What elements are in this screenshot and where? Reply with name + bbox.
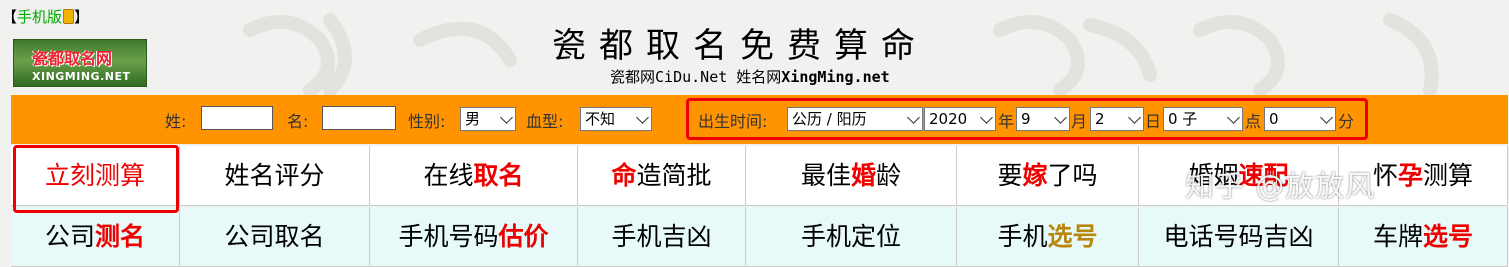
surname-input[interactable] xyxy=(201,106,273,130)
nav-item-getting-married[interactable]: 要嫁了吗 xyxy=(957,146,1139,206)
phone-icon xyxy=(63,9,75,24)
logo-subtext: XINGMING.NET xyxy=(32,70,131,83)
nav-label-highlight: 选号 xyxy=(1423,222,1474,251)
nav-item-name-score[interactable]: 姓名评分 xyxy=(180,146,370,206)
gender-select[interactable]: 男 xyxy=(460,107,516,131)
given-name-label: 名: xyxy=(287,112,309,131)
nav-label: 龄 xyxy=(876,161,902,190)
nav-label-highlight: 命 xyxy=(611,161,637,190)
subtitle-xingming-domain: XingMing.net xyxy=(781,68,890,86)
nav-label: 公司 xyxy=(44,222,95,251)
nav-item-phone-number-select[interactable]: 手机选号 xyxy=(957,207,1139,267)
nav-item-phone-fortune[interactable]: 手机吉凶 xyxy=(578,207,746,267)
nav-label: 车牌 xyxy=(1372,222,1423,251)
gender-value: 男 xyxy=(465,110,481,128)
subtitle-cidu-cn: 瓷都网 xyxy=(610,68,656,86)
nav-label: 姓名评分 xyxy=(224,161,325,190)
nav-label: 公司取名 xyxy=(224,222,325,251)
site-logo[interactable]: 瓷都取名网 XINGMING.NET xyxy=(13,39,147,87)
blood-type-value: 不知 xyxy=(585,110,616,128)
nav-label: 造简批 xyxy=(636,161,712,190)
nav-label: 最佳 xyxy=(800,161,851,190)
nav-item-company-naming[interactable]: 公司取名 xyxy=(180,207,370,267)
birth-time-highlight-box xyxy=(686,98,1368,140)
nav-label: 电话号码吉凶 xyxy=(1163,222,1314,251)
nav-label: 在线 xyxy=(423,161,474,190)
page-title: 瓷都取名免费算命 xyxy=(552,26,928,66)
nav-label: 手机 xyxy=(997,222,1048,251)
nav-item-phone-valuation[interactable]: 手机号码估价 xyxy=(370,207,578,267)
chevron-down-icon xyxy=(636,111,649,124)
given-name-input[interactable] xyxy=(322,106,396,130)
nav-item-tel-fortune[interactable]: 电话号码吉凶 xyxy=(1139,207,1339,267)
nav-label-highlight: 选号 xyxy=(1047,222,1098,251)
bracket-close: 】 xyxy=(74,8,90,26)
subtitle-cidu-domain: CiDu.Net xyxy=(655,68,728,86)
nav-item-best-marriage-age[interactable]: 最佳婚龄 xyxy=(746,146,957,206)
chevron-down-icon xyxy=(500,111,513,124)
subtitle-xingming-cn: 姓名网 xyxy=(727,68,782,86)
bracket-open: 【 xyxy=(2,8,18,26)
mobile-version-label[interactable]: 手机版 xyxy=(17,8,62,26)
nav-label: 了吗 xyxy=(1047,161,1098,190)
nav-item-company-name-test[interactable]: 公司测名 xyxy=(11,207,180,267)
nav-label-highlight: 取名 xyxy=(473,161,524,190)
nav-label: 手机号码 xyxy=(398,222,499,251)
nav-label: 要 xyxy=(997,161,1023,190)
blood-type-label: 血型: xyxy=(526,112,564,131)
nav-label: 手机定位 xyxy=(800,222,901,251)
nav-label: 怀 xyxy=(1372,161,1398,190)
mobile-version-link[interactable]: 【手机版】 xyxy=(2,6,89,27)
nav-label-highlight: 估价 xyxy=(498,222,549,251)
logo-text: 瓷都取名网 xyxy=(32,49,113,68)
blood-type-select[interactable]: 不知 xyxy=(580,107,652,131)
gender-label: 性别: xyxy=(408,112,446,131)
page-subtitle: 瓷都网CiDu.Net 姓名网XingMing.net xyxy=(610,66,890,87)
nav-item-online-naming[interactable]: 在线取名 xyxy=(370,146,578,206)
nav-item-fate-brief[interactable]: 命造简批 xyxy=(578,146,746,206)
nav-item-plate-select[interactable]: 车牌选号 xyxy=(1339,207,1508,267)
nav-label-highlight: 婚 xyxy=(850,161,876,190)
nav-label: 测算 xyxy=(1423,161,1474,190)
nav-label-highlight: 嫁 xyxy=(1022,161,1048,190)
nav-label-highlight: 测名 xyxy=(95,222,146,251)
nav-label-highlight: 孕 xyxy=(1397,161,1423,190)
nav-label: 手机吉凶 xyxy=(611,222,712,251)
calculate-now-highlight-box xyxy=(13,145,179,213)
surname-label: 姓: xyxy=(165,112,187,131)
zhihu-watermark: 知乎 @放放风 xyxy=(1185,169,1376,203)
nav-item-phone-locate[interactable]: 手机定位 xyxy=(746,207,957,267)
